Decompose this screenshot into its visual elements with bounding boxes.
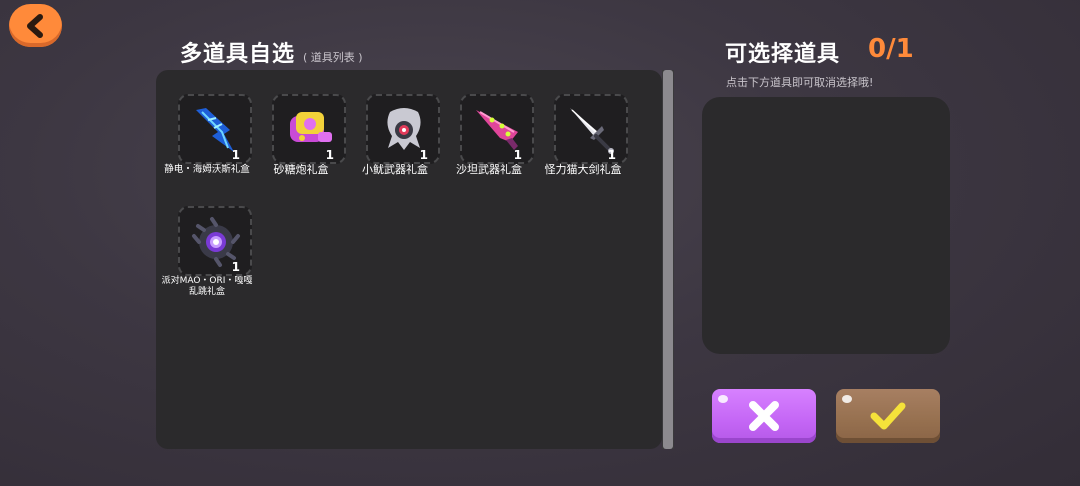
back-button[interactable] [9, 4, 62, 47]
item-name: 派对MAO・ORI・嘎嘎乱跳礼盒 [161, 276, 253, 297]
item-name: 沙坦武器礼盒 [456, 163, 522, 176]
checkmark-icon [870, 402, 906, 430]
item-slot: 1 [178, 94, 252, 164]
item-name: 怪力猫大剑礼盒 [544, 163, 622, 176]
item-slot: 1 [366, 94, 440, 164]
selection-count: 0/1 [868, 34, 914, 64]
panel-subtitle: ( 道具列表 ) [303, 51, 363, 64]
item-pink-blade-box[interactable]: 1 沙坦武器礼盒 [440, 94, 538, 176]
item-party-box[interactable]: 1 派对MAO・ORI・嘎嘎乱跳礼盒 [158, 206, 256, 298]
panel-title: 多道具自选 [180, 42, 296, 67]
item-name: 静电・海姆沃斯礼盒 [164, 164, 250, 175]
item-list-panel: 1 静电・海姆沃斯礼盒 1 砂糖炮礼盒 1 小鱿武器礼盒 1 沙坦武器礼盒 1 … [156, 70, 662, 449]
item-count: 1 [513, 148, 522, 162]
item-list-heading: 多道具自选 ( 道具列表 ) [180, 36, 363, 68]
selection-title: 可选择道具 [725, 42, 841, 67]
item-greatsword-box[interactable]: 1 怪力猫大剑礼盒 [534, 94, 632, 176]
button-shine [718, 395, 728, 403]
selection-hint: 点击下方道具即可取消选择哦! [726, 76, 874, 89]
item-slot: 1 [178, 206, 252, 276]
button-shine [842, 395, 852, 403]
item-count: 1 [231, 260, 240, 274]
item-slot: 1 [272, 94, 346, 164]
item-sugar-cannon-box[interactable]: 1 砂糖炮礼盒 [252, 94, 350, 176]
scrollbar-thumb[interactable] [663, 70, 673, 449]
item-count: 1 [325, 148, 334, 162]
item-count: 1 [419, 148, 428, 162]
confirm-button[interactable] [836, 389, 940, 443]
item-electric-box[interactable]: 1 静电・海姆沃斯礼盒 [158, 94, 256, 176]
close-icon [749, 401, 779, 431]
cancel-button[interactable] [712, 389, 816, 443]
item-count: 1 [231, 148, 240, 162]
chevron-left-icon [26, 13, 43, 38]
scrollbar[interactable] [662, 70, 674, 449]
item-slot: 1 [460, 94, 534, 164]
item-name: 小鱿武器礼盒 [362, 163, 428, 176]
item-slot: 1 [554, 94, 628, 164]
item-squid-weapon-box[interactable]: 1 小鱿武器礼盒 [346, 94, 444, 176]
item-name: 砂糖炮礼盒 [273, 163, 329, 176]
item-count: 1 [607, 148, 616, 162]
selected-items-box[interactable] [702, 97, 950, 354]
